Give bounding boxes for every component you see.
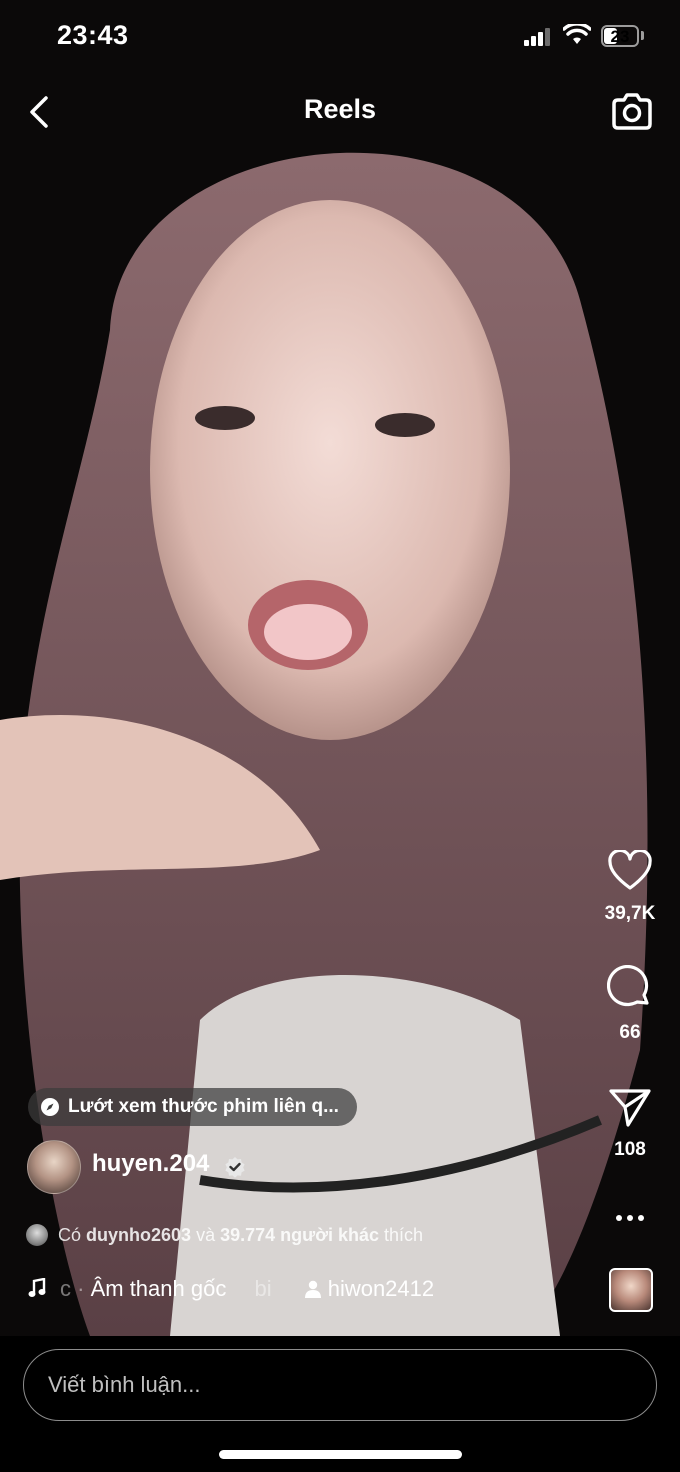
wifi-icon xyxy=(563,24,591,44)
battery-level: 23 xyxy=(610,27,630,46)
home-indicator[interactable] xyxy=(219,1450,462,1459)
comment-action[interactable]: 66 xyxy=(590,964,670,1044)
compass-icon xyxy=(41,1098,59,1116)
liker-avatar xyxy=(26,1224,48,1246)
verified-badge-icon xyxy=(225,1157,245,1178)
share-action[interactable]: 108 xyxy=(590,1088,670,1161)
reel-video[interactable] xyxy=(0,0,680,1336)
tagged-user[interactable]: hiwon2412 xyxy=(328,1276,434,1301)
music-note-icon xyxy=(28,1277,46,1297)
audio-info[interactable]: c · Âm thanh gốc bi hiwon2412 xyxy=(28,1276,434,1302)
audio-thumbnail[interactable] xyxy=(609,1268,653,1312)
heart-icon[interactable] xyxy=(607,848,653,892)
camera-button[interactable] xyxy=(610,92,654,132)
share-count: 108 xyxy=(614,1139,646,1160)
person-icon xyxy=(304,1280,321,1298)
comment-input[interactable] xyxy=(23,1349,657,1421)
send-icon[interactable] xyxy=(608,1088,652,1128)
battery-icon: 23 xyxy=(601,25,639,47)
camera-icon xyxy=(612,93,652,130)
likes-user[interactable]: duynho2603 xyxy=(86,1225,191,1245)
status-time: 23:43 xyxy=(57,20,129,50)
likes-joiner: và xyxy=(196,1225,216,1245)
related-reels-label: Lướt xem thước phim liên q... xyxy=(68,1096,339,1117)
audio-title[interactable]: Âm thanh gốc xyxy=(91,1276,227,1301)
author-username[interactable]: huyen.204 xyxy=(92,1150,209,1178)
author-avatar[interactable] xyxy=(27,1140,81,1194)
like-count: 39,7K xyxy=(604,903,656,924)
comment-icon[interactable] xyxy=(606,964,653,1011)
likes-prefix: Có xyxy=(58,1225,82,1245)
battery-nub xyxy=(641,31,644,40)
video-frame-illustration xyxy=(0,0,680,1336)
audio-fade-right: bi xyxy=(254,1276,272,1301)
likes-others[interactable]: 39.774 người khác xyxy=(220,1225,379,1245)
likes-suffix: thích xyxy=(384,1225,424,1245)
likes-summary[interactable]: Có duynho2603 và 39.774 người khác thích xyxy=(26,1224,423,1246)
like-action[interactable]: 39,7K xyxy=(590,848,670,925)
reels-screen: 23:43 23 Reels 39,7K 66 108 Lướt xem thư… xyxy=(0,0,680,1472)
comment-count: 66 xyxy=(619,1022,641,1043)
ellipsis-icon[interactable] xyxy=(615,1213,645,1223)
audio-fade-left: c · xyxy=(60,1276,85,1301)
related-reels-pill[interactable]: Lướt xem thước phim liên q... xyxy=(28,1088,357,1126)
cellular-signal-icon xyxy=(524,28,550,46)
status-bar: 23:43 23 xyxy=(0,0,680,76)
page-title: Reels xyxy=(303,94,377,124)
